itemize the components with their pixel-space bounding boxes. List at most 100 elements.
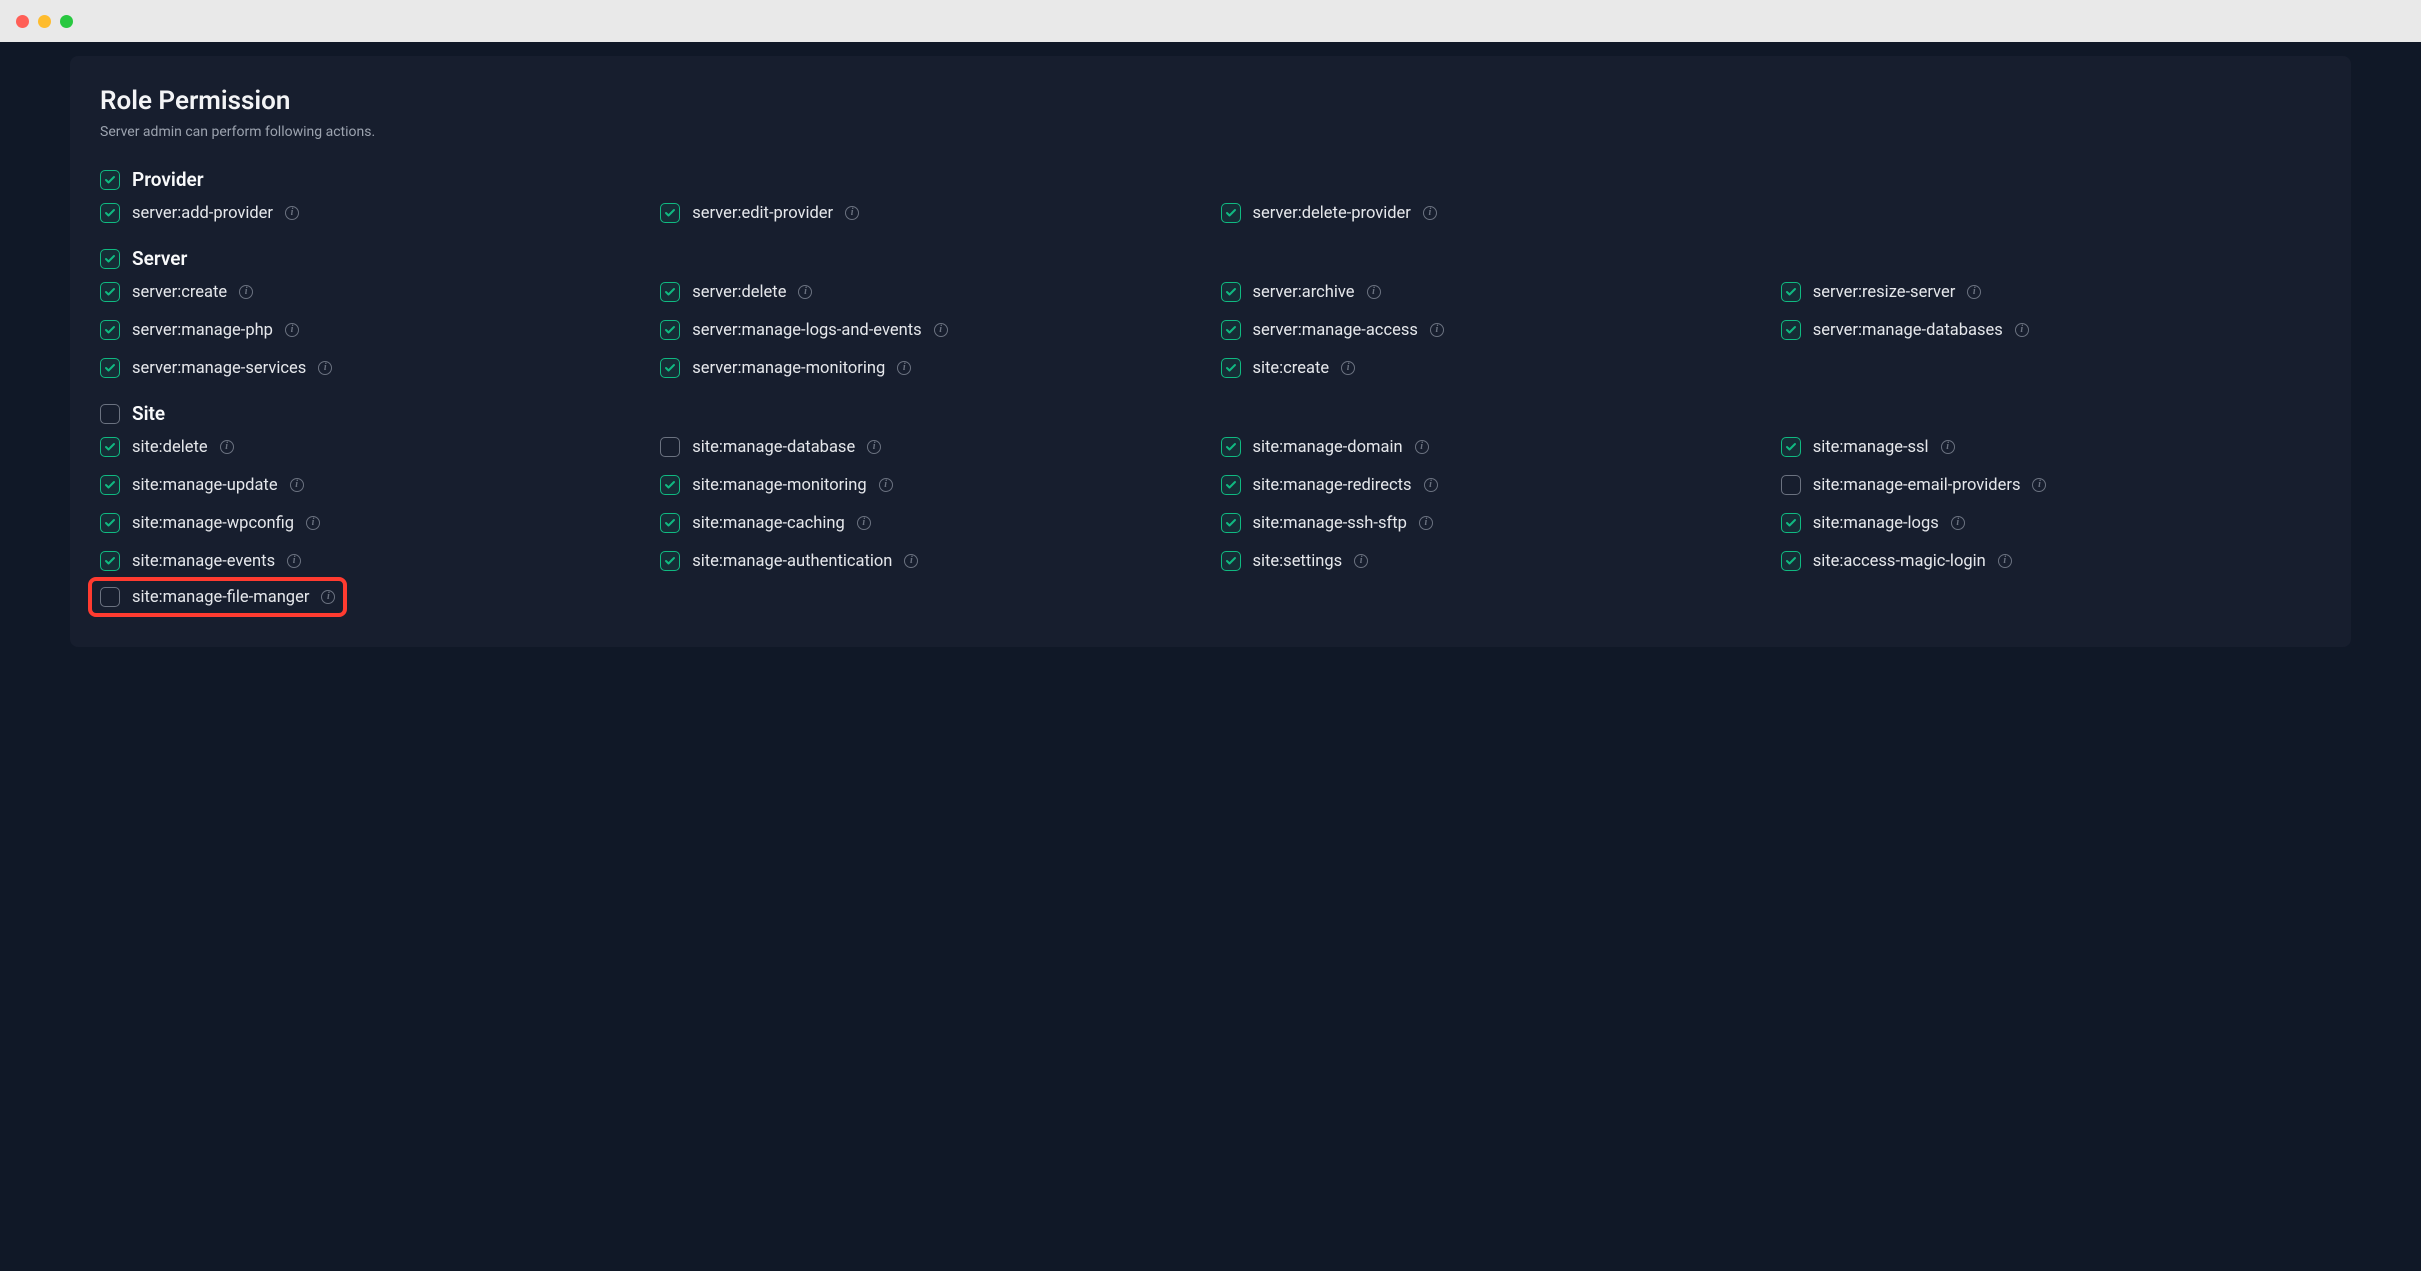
permission-checkbox[interactable]: [660, 320, 680, 340]
info-icon[interactable]: i: [1423, 206, 1437, 220]
section-provider-title: Provider: [132, 168, 204, 191]
section-site-checkbox[interactable]: [100, 404, 120, 424]
info-icon[interactable]: i: [2032, 478, 2046, 492]
info-icon[interactable]: i: [285, 206, 299, 220]
permission-label: site:manage-events: [132, 552, 275, 571]
permission-checkbox[interactable]: [1781, 282, 1801, 302]
info-icon[interactable]: i: [1430, 323, 1444, 337]
info-icon[interactable]: i: [1354, 554, 1368, 568]
permission-checkbox[interactable]: [1221, 320, 1241, 340]
permission-label: server:manage-access: [1253, 321, 1418, 340]
info-icon[interactable]: i: [934, 323, 948, 337]
permission-item: server:manage-databasesi: [1781, 318, 2321, 342]
permission-label: site:delete: [132, 438, 208, 457]
info-icon[interactable]: i: [879, 478, 893, 492]
permission-checkbox[interactable]: [1781, 513, 1801, 533]
permission-checkbox[interactable]: [100, 437, 120, 457]
permission-checkbox[interactable]: [100, 513, 120, 533]
permission-item: site:manage-caching i: [660, 511, 1200, 535]
section-server-grid: server:createiserver:deleteiserver:archi…: [100, 280, 2321, 380]
permission-checkbox[interactable]: [660, 551, 680, 571]
permission-label: site:manage-file-manger: [132, 588, 309, 607]
info-icon[interactable]: i: [1998, 554, 2012, 568]
window-titlebar: [0, 0, 2421, 42]
info-icon[interactable]: i: [1367, 285, 1381, 299]
permission-checkbox[interactable]: [100, 282, 120, 302]
section-provider-header: Provider: [100, 168, 2321, 191]
permission-checkbox[interactable]: [1781, 437, 1801, 457]
permission-item: site:access-magic-login i: [1781, 549, 2321, 573]
permission-checkbox[interactable]: [1221, 437, 1241, 457]
permission-label: server:add-provider: [132, 204, 273, 223]
permission-label: site:manage-caching: [692, 514, 845, 533]
window-close-button[interactable]: [16, 15, 29, 28]
permission-checkbox[interactable]: [1781, 320, 1801, 340]
permission-checkbox[interactable]: [100, 587, 120, 607]
info-icon[interactable]: i: [904, 554, 918, 568]
permission-label: site:create: [1253, 359, 1330, 378]
info-icon[interactable]: i: [857, 516, 871, 530]
info-icon[interactable]: i: [1967, 285, 1981, 299]
permission-label: site:settings: [1253, 552, 1343, 571]
section-server-header: Server: [100, 247, 2321, 270]
permission-checkbox[interactable]: [660, 358, 680, 378]
permission-label: server:archive: [1253, 283, 1355, 302]
permission-checkbox[interactable]: [100, 320, 120, 340]
info-icon[interactable]: i: [1419, 516, 1433, 530]
permission-checkbox[interactable]: [1221, 513, 1241, 533]
permission-checkbox[interactable]: [100, 203, 120, 223]
info-icon[interactable]: i: [285, 323, 299, 337]
window-minimize-button[interactable]: [38, 15, 51, 28]
info-icon[interactable]: i: [318, 361, 332, 375]
permission-checkbox[interactable]: [660, 475, 680, 495]
role-permission-panel: Role Permission Server admin can perform…: [70, 56, 2351, 647]
window-maximize-button[interactable]: [60, 15, 73, 28]
permission-label: site:access-magic-login: [1813, 552, 1986, 571]
permission-label: site:manage-redirects: [1253, 476, 1412, 495]
permission-checkbox[interactable]: [1221, 203, 1241, 223]
permission-label: site:manage-authentication: [692, 552, 892, 571]
permission-checkbox[interactable]: [660, 513, 680, 533]
permission-item: server:manage-monitoringi: [660, 356, 1200, 380]
permission-checkbox[interactable]: [100, 551, 120, 571]
permission-checkbox[interactable]: [660, 437, 680, 457]
info-icon[interactable]: i: [306, 516, 320, 530]
permission-checkbox[interactable]: [660, 203, 680, 223]
permission-label: server:delete-provider: [1253, 204, 1411, 223]
info-icon[interactable]: i: [897, 361, 911, 375]
permission-checkbox[interactable]: [660, 282, 680, 302]
info-icon[interactable]: i: [220, 440, 234, 454]
info-icon[interactable]: i: [2015, 323, 2029, 337]
info-icon[interactable]: i: [290, 478, 304, 492]
permission-checkbox[interactable]: [100, 475, 120, 495]
info-icon[interactable]: i: [1415, 440, 1429, 454]
info-icon[interactable]: i: [1424, 478, 1438, 492]
permission-checkbox[interactable]: [1221, 551, 1241, 571]
info-icon[interactable]: i: [239, 285, 253, 299]
info-icon[interactable]: i: [867, 440, 881, 454]
section-provider-checkbox[interactable]: [100, 170, 120, 190]
permission-checkbox[interactable]: [1221, 282, 1241, 302]
permission-item: server:edit-provideri: [660, 201, 1200, 225]
info-icon[interactable]: i: [798, 285, 812, 299]
permission-checkbox[interactable]: [100, 358, 120, 378]
permission-label: server:resize-server: [1813, 283, 1956, 302]
info-icon[interactable]: i: [1341, 361, 1355, 375]
permission-checkbox[interactable]: [1221, 475, 1241, 495]
permission-label: site:manage-wpconfig: [132, 514, 294, 533]
permission-checkbox[interactable]: [1221, 358, 1241, 378]
permission-item: server:manage-logs-and-eventsi: [660, 318, 1200, 342]
permission-label: site:manage-monitoring: [692, 476, 866, 495]
info-icon[interactable]: i: [287, 554, 301, 568]
permission-item: site:manage-monitoring i: [660, 473, 1200, 497]
permission-checkbox[interactable]: [1781, 551, 1801, 571]
info-icon[interactable]: i: [845, 206, 859, 220]
permission-checkbox[interactable]: [1781, 475, 1801, 495]
info-icon[interactable]: i: [321, 590, 335, 604]
info-icon[interactable]: i: [1951, 516, 1965, 530]
info-icon[interactable]: i: [1941, 440, 1955, 454]
permission-item: site:manage-file-manger i: [90, 579, 345, 615]
permission-item: server:archive i: [1221, 280, 1761, 304]
permission-item: site:manage-databasei: [660, 435, 1200, 459]
section-server-checkbox[interactable]: [100, 249, 120, 269]
